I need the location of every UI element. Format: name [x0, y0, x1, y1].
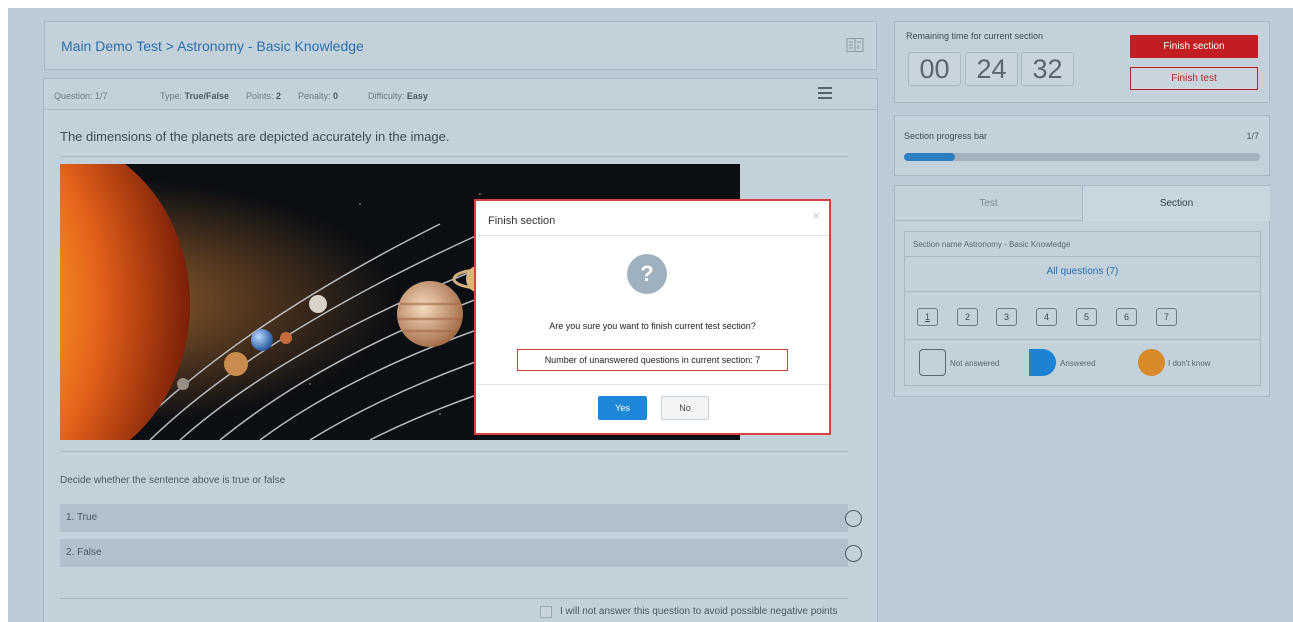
timer-hours: 00	[908, 52, 961, 86]
tab-test[interactable]: Test	[895, 186, 1083, 221]
question-points: Points: 2	[246, 91, 282, 101]
question-index: Question: 1/7	[54, 91, 108, 101]
dialog-divider	[476, 235, 829, 236]
question-number-button[interactable]: 3	[996, 308, 1017, 326]
tab-section[interactable]: Section	[1083, 186, 1270, 221]
question-number-button[interactable]: 1	[917, 308, 938, 326]
question-navigator: Test Section Section name Astronomy - Ba…	[894, 185, 1270, 397]
close-icon[interactable]: ×	[812, 208, 820, 223]
meta-divider	[44, 109, 877, 110]
timer-seconds: 32	[1021, 52, 1074, 86]
timer-minutes: 24	[965, 52, 1018, 86]
bottom-divider	[60, 598, 848, 599]
legend-not-answered: Not answered	[950, 359, 1000, 368]
not-answered-legend-icon	[919, 349, 946, 376]
option-label: 2. False	[66, 547, 102, 558]
progress-label: Section progress bar	[904, 131, 988, 141]
breadcrumb[interactable]: Main Demo Test > Astronomy - Basic Knowl…	[61, 38, 364, 54]
test-app: Main Demo Test > Astronomy - Basic Knowl…	[8, 8, 1293, 622]
question-penalty: Penalty: 0	[298, 91, 339, 101]
question-number-button[interactable]: 7	[1156, 308, 1177, 326]
image-divider	[60, 451, 848, 452]
nav-divider	[905, 291, 1260, 292]
question-mark-icon: ?	[627, 254, 667, 294]
legend-dont-know: I don't know	[1168, 359, 1211, 368]
all-questions-link[interactable]: All questions (7)	[905, 266, 1260, 277]
dialog-divider	[476, 384, 829, 385]
question-text: The dimensions of the planets are depict…	[60, 129, 450, 144]
question-number-button[interactable]: 6	[1116, 308, 1137, 326]
progress-fill	[904, 153, 955, 161]
question-number-button[interactable]: 5	[1076, 308, 1097, 326]
option-label: 1. True	[66, 512, 98, 523]
book-icon[interactable]	[846, 37, 864, 53]
timer-panel: Remaining time for current section 00 24…	[894, 21, 1270, 103]
unanswered-count: Number of unanswered questions in curren…	[517, 349, 788, 371]
no-button[interactable]: No	[661, 396, 709, 420]
nav-divider	[905, 256, 1260, 257]
menu-icon[interactable]	[818, 87, 832, 101]
no-answer-label: I will not answer this question to avoid…	[560, 606, 838, 617]
section-box: Section name Astronomy - Basic Knowledge…	[904, 231, 1261, 386]
section-name: Section name Astronomy - Basic Knowledge	[913, 240, 1071, 249]
legend-answered: Answered	[1060, 359, 1096, 368]
question-number-button[interactable]: 2	[957, 308, 978, 326]
progress-panel: Section progress bar 1/7	[894, 115, 1270, 176]
radio-button[interactable]	[845, 545, 862, 562]
option-true[interactable]: 1. True	[60, 504, 862, 532]
option-false[interactable]: 2. False	[60, 539, 862, 567]
yes-button[interactable]: Yes	[598, 396, 647, 420]
question-difficulty: Difficulty: Easy	[368, 91, 428, 101]
finish-test-button[interactable]: Finish test	[1130, 67, 1258, 90]
finish-section-dialog: Finish section × ? Are you sure you want…	[474, 199, 831, 435]
question-number-button[interactable]: 4	[1036, 308, 1057, 326]
instruction-text: Decide whether the sentence above is tru…	[60, 475, 286, 486]
question-type: Type: True/False	[160, 91, 230, 101]
test-header: Main Demo Test > Astronomy - Basic Knowl…	[44, 21, 877, 70]
dialog-message: Are you sure you want to finish current …	[549, 321, 756, 331]
progress-count: 1/7	[1246, 131, 1259, 141]
timer-label: Remaining time for current section	[906, 31, 1044, 41]
finish-section-button[interactable]: Finish section	[1130, 35, 1258, 58]
dont-know-legend-icon	[1138, 349, 1165, 376]
progress-bar	[904, 153, 1260, 161]
dialog-title: Finish section	[488, 215, 556, 227]
nav-divider	[905, 339, 1260, 340]
answered-legend-icon	[1029, 349, 1056, 376]
radio-button[interactable]	[845, 510, 862, 527]
question-divider	[60, 156, 848, 157]
no-answer-checkbox[interactable]	[540, 606, 552, 618]
